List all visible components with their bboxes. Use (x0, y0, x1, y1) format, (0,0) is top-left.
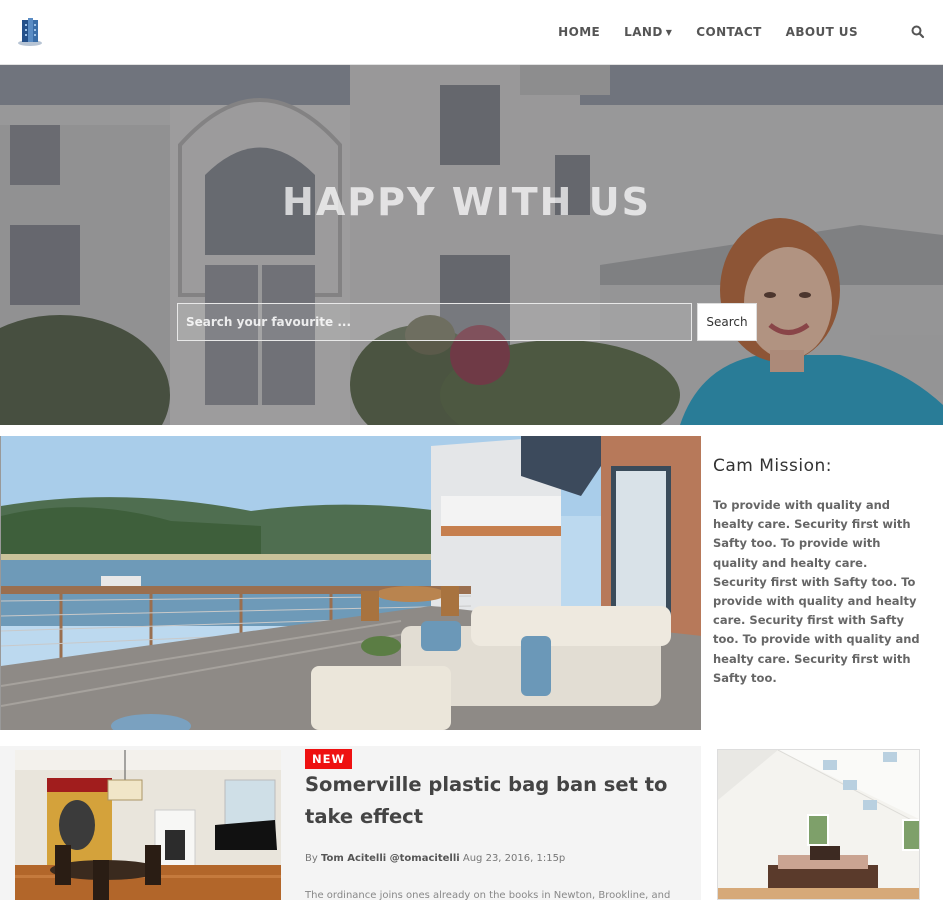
search-icon[interactable] (910, 24, 926, 40)
main-nav: HOME LAND ▼ CONTACT ABOUT US (558, 0, 943, 64)
new-badge: NEW (305, 749, 353, 769)
nav-item-label: LAND (624, 25, 663, 39)
top-navbar: HOME LAND ▼ CONTACT ABOUT US (0, 0, 943, 65)
article-byline: By Tom Acitelli @tomacitelli Aug 23, 201… (305, 853, 565, 864)
hero-banner: HAPPY WITH US Search (0, 65, 943, 425)
bedroom-image[interactable] (717, 749, 920, 900)
hero-search-input[interactable] (177, 303, 692, 341)
mission-title: Cam Mission: (713, 456, 832, 476)
nav-item-home[interactable]: HOME (558, 25, 600, 39)
caret-down-icon: ▼ (665, 27, 673, 37)
article-author[interactable]: Tom Acitelli @tomacitelli (321, 853, 460, 864)
nav-item-label: HOME (558, 25, 601, 39)
featured-deck-image (0, 436, 701, 730)
article-title[interactable]: Somerville plastic bag ban set to take e… (305, 769, 685, 833)
hero-overlay (0, 65, 943, 425)
nav-item-label: CONTACT (696, 25, 762, 39)
nav-item-land[interactable]: LAND ▼ (624, 25, 672, 39)
mission-section: Cam Mission: To provide with quality and… (713, 456, 925, 688)
mission-text: To provide with quality and healty care.… (713, 498, 920, 685)
nav-item-contact[interactable]: CONTACT (696, 25, 761, 39)
hero-title: HAPPY WITH US (282, 180, 651, 224)
nav-item-about-us[interactable]: ABOUT US (786, 25, 858, 39)
byline-prefix: By (305, 853, 318, 864)
hero-search-button[interactable]: Search (697, 303, 757, 341)
article-excerpt: The ordinance joins ones already on the … (305, 890, 671, 901)
building-logo-icon[interactable] (16, 16, 44, 46)
article-thumbnail[interactable] (15, 750, 281, 900)
nav-item-label: ABOUT US (785, 25, 858, 39)
article-date: Aug 23, 2016, 1:15p (462, 853, 566, 864)
